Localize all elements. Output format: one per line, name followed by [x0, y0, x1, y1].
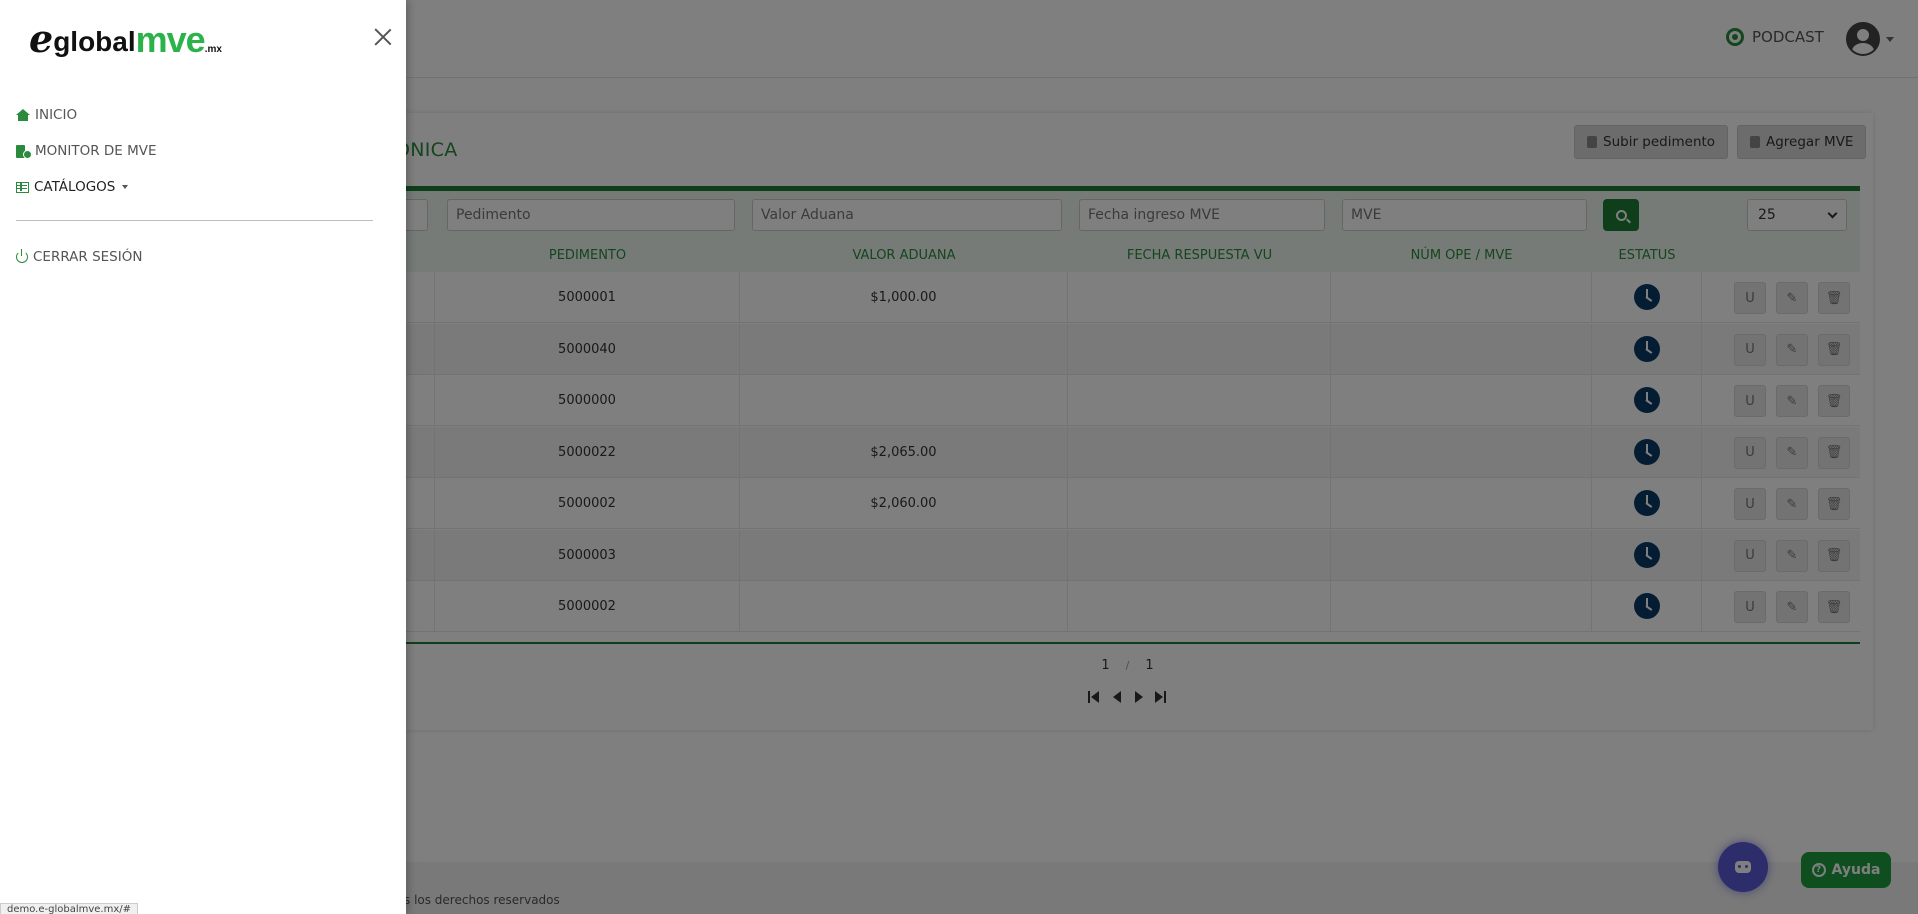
brand-logo[interactable]: e global mve .mx: [29, 18, 222, 58]
logo-mx: .mx: [204, 44, 222, 55]
drawer-divider: [16, 220, 373, 221]
close-icon[interactable]: [374, 28, 392, 46]
nav-item-catalogos[interactable]: CATÁLOGOS: [16, 179, 129, 195]
file-icon: [16, 144, 32, 159]
nav-label-inicio: INICIO: [35, 107, 78, 123]
table-icon: [16, 181, 29, 193]
nav-label-catalogos: CATÁLOGOS: [34, 179, 116, 195]
home-icon: [16, 109, 30, 121]
logo-global: global: [53, 26, 136, 57]
nav-item-monitor-mve[interactable]: MONITOR DE MVE: [16, 143, 157, 159]
logo-mve: mve: [135, 19, 206, 60]
side-drawer: e global mve .mx INICIO MONITOR DE MVE C…: [0, 0, 406, 914]
nav-item-inicio[interactable]: INICIO: [16, 107, 77, 123]
nav-item-cerrar-sesion[interactable]: CERRAR SESIÓN: [16, 249, 142, 265]
browser-status-url: demo.e-globalmve.mx/#: [0, 903, 139, 914]
nav-label-cerrar-sesion: CERRAR SESIÓN: [33, 249, 143, 265]
nav-label-monitor-mve: MONITOR DE MVE: [35, 143, 157, 159]
power-icon: [16, 249, 28, 263]
logo-e: e: [29, 16, 54, 61]
caret-down-icon: [122, 185, 129, 189]
